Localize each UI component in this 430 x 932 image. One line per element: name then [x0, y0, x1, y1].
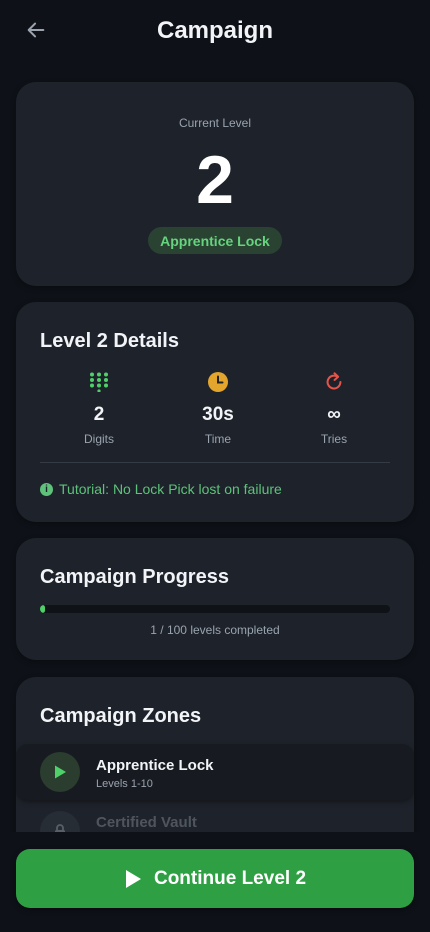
stat-time-label: Time [204, 432, 232, 446]
keypad-grid-icon [39, 370, 159, 394]
level-details-title: Level 2 Details [40, 330, 179, 352]
current-level-caption: Current Level [178, 116, 252, 130]
info-icon: i [40, 482, 53, 496]
app-header: Campaign [0, 0, 430, 62]
stat-digits-value: 2 [93, 404, 105, 425]
stat-time-value: 30s [202, 404, 234, 425]
continue-level-button[interactable]: Continue Level 2 [16, 849, 414, 908]
stat-tries-label: Tries [320, 432, 348, 446]
page-title: Campaign [156, 17, 273, 44]
zone-name: Apprentice Lock [96, 757, 214, 774]
zone-badge: Apprentice Lock [148, 227, 282, 254]
progress-fill [40, 605, 46, 613]
play-icon [124, 869, 142, 889]
tutorial-text: Tutorial: No Lock Pick lost on failure [59, 481, 282, 497]
campaign-progress-card: Campaign Progress 1 / 100 levels complet… [16, 538, 414, 660]
progress-bar [40, 605, 390, 613]
play-icon [40, 752, 80, 792]
tutorial-note: i Tutorial: No Lock Pick lost on failure [40, 481, 282, 497]
continue-label: Continue Level 2 [153, 867, 307, 889]
zone-name: Certified Vault [96, 814, 197, 831]
stat-tries-value: ∞ [327, 404, 341, 425]
stat-tries: ∞ Tries [274, 370, 394, 446]
level-details-card: Level 2 Details 2 Digits 30s Time ∞ Trie… [16, 302, 414, 522]
retry-icon [274, 370, 394, 394]
current-level-number: 2 [196, 142, 234, 218]
stat-digits-label: Digits [83, 432, 114, 446]
zone-item-apprentice-lock[interactable]: Apprentice Lock Levels 1-10 [16, 744, 414, 800]
details-divider [40, 462, 390, 463]
zone-levels: Levels 1-10 [96, 778, 153, 790]
progress-text: 1 / 100 levels completed [150, 623, 280, 637]
stat-digits: 2 Digits [39, 370, 159, 446]
progress-title: Campaign Progress [40, 566, 229, 588]
clock-icon [158, 370, 278, 394]
current-level-card: Current Level 2 Apprentice Lock [16, 82, 414, 286]
zones-title: Campaign Zones [40, 705, 202, 727]
stat-time: 30s Time [158, 370, 278, 446]
